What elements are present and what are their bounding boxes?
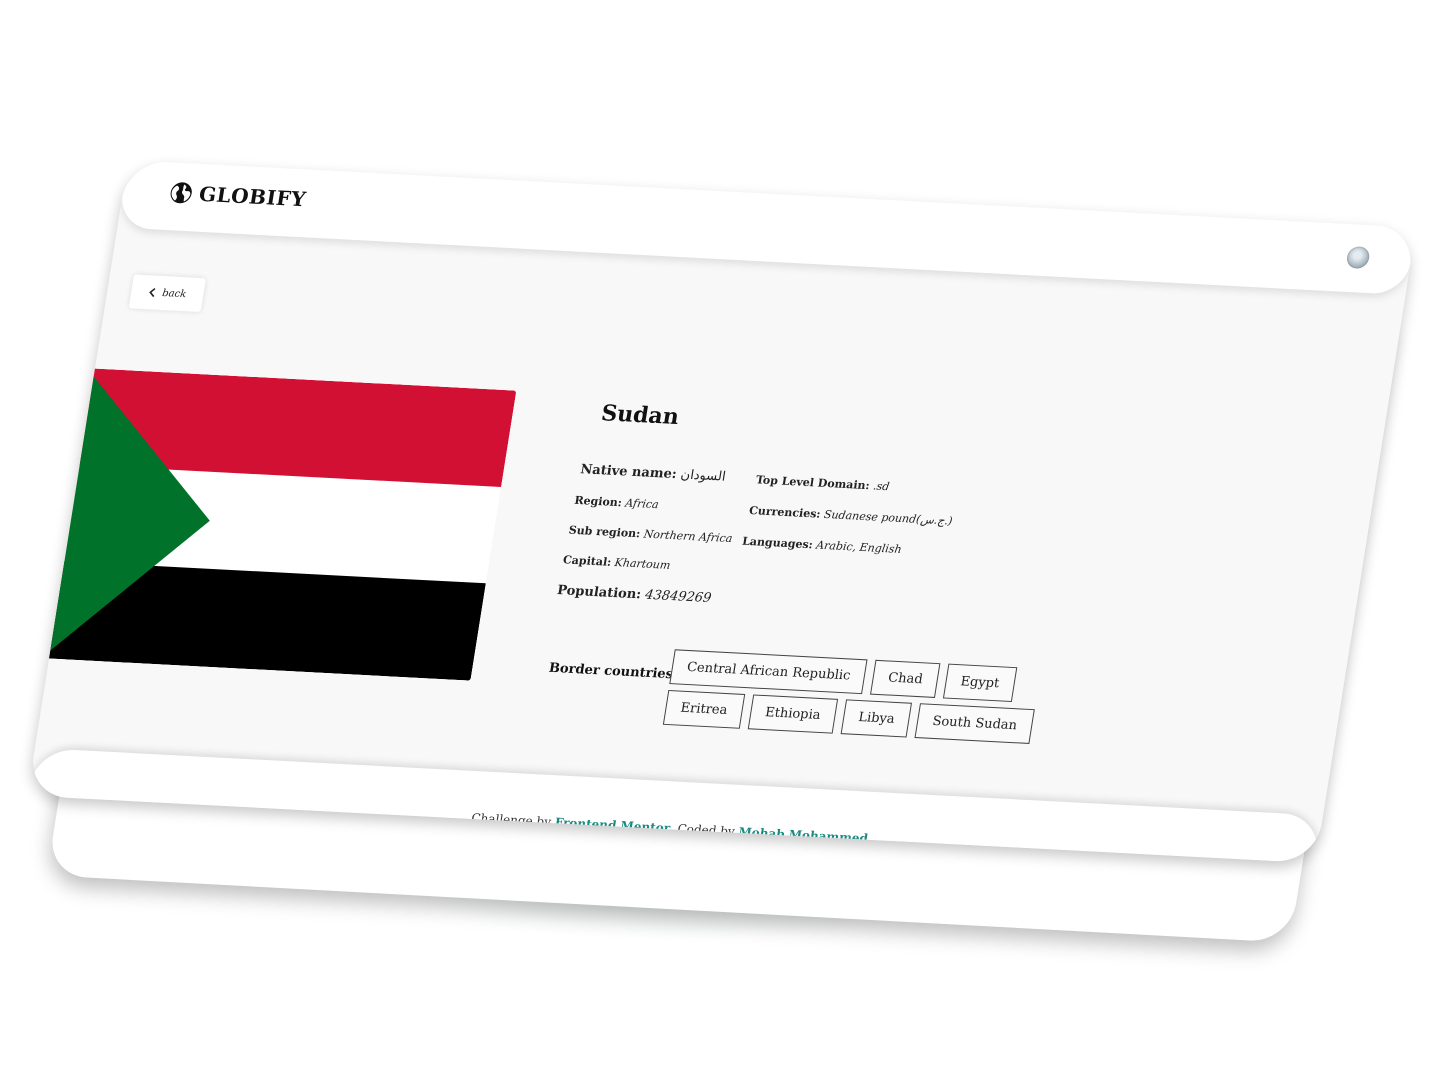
logo[interactable]: GLOBIFY bbox=[167, 180, 308, 212]
stage: GLOBIFY back Sudan Native name: السودان … bbox=[0, 0, 1440, 1080]
border-country-chip[interactable]: Egypt bbox=[942, 663, 1017, 702]
app-window: GLOBIFY back Sudan Native name: السودان … bbox=[27, 160, 1417, 864]
sub-region-value: Northern Africa bbox=[642, 527, 734, 546]
border-country-chip[interactable]: South Sudan bbox=[914, 703, 1035, 744]
border-country-chip[interactable]: Eritrea bbox=[662, 690, 745, 729]
back-button[interactable]: back bbox=[128, 274, 206, 313]
languages-row: Languages: Arabic, English bbox=[741, 534, 903, 556]
tld-value: .sd bbox=[872, 479, 891, 494]
sub-region-row: Sub region: Northern Africa bbox=[567, 523, 734, 546]
capital-value: Khartoum bbox=[613, 556, 672, 572]
currencies-row: Currencies: Sudanese pound(ج.س.) bbox=[748, 504, 954, 528]
tld-row: Top Level Domain: .sd bbox=[754, 473, 891, 494]
border-country-chip[interactable]: Central African Republic bbox=[669, 649, 868, 695]
population-row: Population: 43849269 bbox=[556, 583, 713, 607]
globe-icon bbox=[170, 182, 192, 204]
border-country-chip[interactable]: Libya bbox=[840, 699, 913, 738]
border-countries-list: Central African Republic Chad Egypt Eritrea… bbox=[662, 649, 1074, 745]
capital-row: Capital: Khartoum bbox=[562, 553, 672, 572]
border-countries-label: Border countries : bbox=[547, 660, 684, 683]
region-value: Africa bbox=[624, 496, 660, 512]
chevron-left-icon bbox=[149, 287, 156, 298]
country-name: Sudan bbox=[599, 400, 681, 431]
currencies-value: Sudanese pound(ج.س.) bbox=[822, 507, 954, 528]
native-name-value: السودان bbox=[679, 467, 727, 485]
languages-value: Arabic, English bbox=[815, 538, 903, 556]
country-flag bbox=[41, 368, 517, 681]
back-label: back bbox=[161, 287, 188, 300]
logo-text: GLOBIFY bbox=[197, 181, 308, 212]
region-row: Region: Africa bbox=[573, 493, 660, 512]
border-country-chip[interactable]: Ethiopia bbox=[747, 694, 839, 734]
native-name-row: Native name: السودان bbox=[579, 462, 727, 485]
population-value: 43849269 bbox=[643, 587, 713, 607]
moon-icon[interactable] bbox=[1345, 246, 1371, 270]
header: GLOBIFY bbox=[117, 160, 1417, 296]
border-country-chip[interactable]: Chad bbox=[870, 659, 941, 698]
